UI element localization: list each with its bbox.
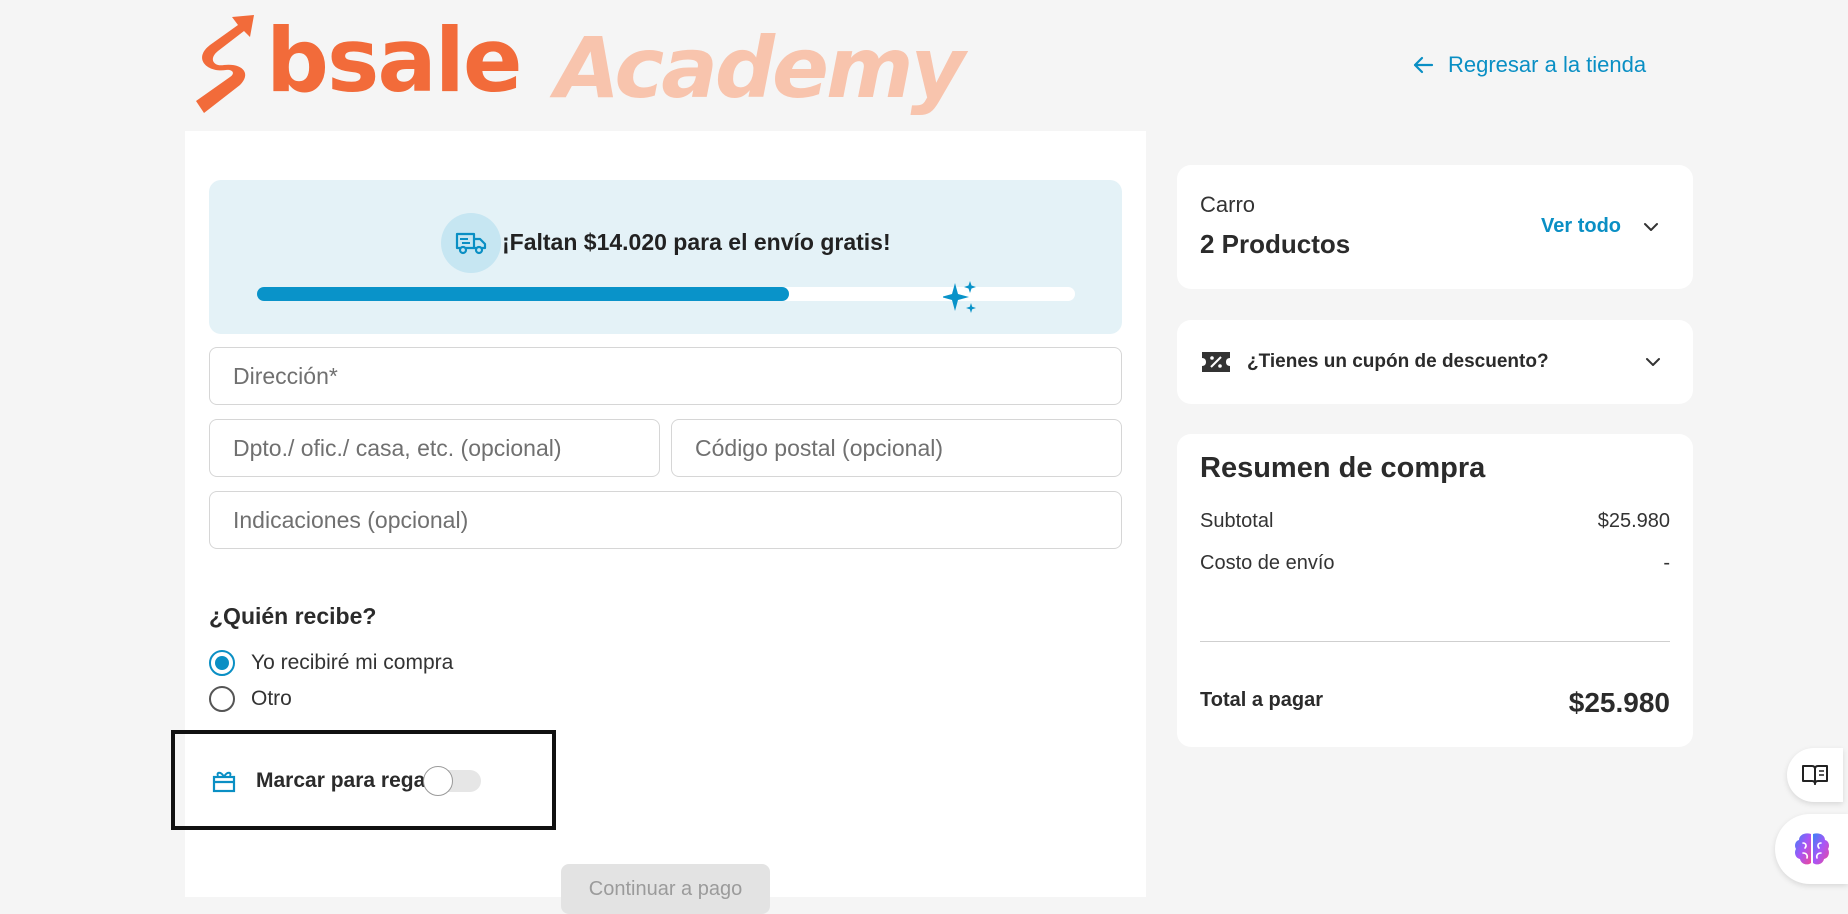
address-placeholder: Dirección* bbox=[233, 362, 338, 389]
apartment-input[interactable]: Dpto./ ofic./ casa, etc. (opcional) bbox=[209, 419, 660, 477]
continue-to-payment-button[interactable]: Continuar a pago bbox=[561, 864, 770, 914]
total-label: Total a pagar bbox=[1200, 689, 1323, 711]
academy-logo: Academy bbox=[555, 19, 965, 117]
gift-label: Marcar para regalo bbox=[256, 769, 444, 792]
back-to-store-link[interactable]: Regresar a la tienda bbox=[1412, 52, 1646, 78]
truck-icon bbox=[441, 213, 501, 273]
bsale-logo[interactable]: bsale bbox=[188, 9, 523, 115]
radio-self-recipient[interactable]: Yo recibiré mi compra bbox=[209, 650, 453, 676]
shipping-cost-row: Costo de envío - bbox=[1200, 552, 1670, 575]
open-book-icon bbox=[1802, 765, 1828, 785]
radio-label: Otro bbox=[251, 687, 292, 710]
shipping-progress-fill bbox=[257, 287, 789, 301]
shipping-cost-value: - bbox=[1663, 552, 1670, 574]
directions-input[interactable]: Indicaciones (opcional) bbox=[209, 491, 1122, 549]
view-all-button[interactable]: Ver todo bbox=[1541, 215, 1661, 238]
postal-code-placeholder: Código postal (opcional) bbox=[695, 434, 944, 461]
brain-icon bbox=[1794, 833, 1829, 865]
cart-card: Carro 2 Productos Ver todo bbox=[1177, 165, 1693, 289]
checkout-form-panel: ¡Faltan $14.020 para el envío gratis! Di… bbox=[171, 131, 1146, 914]
gift-toggle[interactable] bbox=[423, 766, 481, 796]
coupon-icon bbox=[1202, 352, 1230, 372]
cart-count: 2 Productos bbox=[1200, 229, 1351, 259]
coupon-card[interactable]: ¿Tienes un cupón de descuento? bbox=[1177, 320, 1693, 404]
bsale-logo-mark-icon bbox=[196, 15, 254, 113]
summary-divider bbox=[1200, 641, 1670, 642]
order-summary-card: Resumen de compra Subtotal $25.980 Costo… bbox=[1177, 434, 1693, 747]
view-all-label: Ver todo bbox=[1541, 215, 1622, 237]
summary-title: Resumen de compra bbox=[1200, 452, 1486, 484]
gift-option-highlight: Marcar para regalo bbox=[171, 730, 556, 830]
coupon-label: ¿Tienes un cupón de descuento? bbox=[1247, 351, 1549, 372]
free-shipping-message: ¡Faltan $14.020 para el envío gratis! bbox=[502, 229, 891, 255]
radio-label: Yo recibiré mi compra bbox=[251, 651, 454, 674]
radio-button[interactable] bbox=[209, 686, 235, 712]
subtotal-value: $25.980 bbox=[1597, 510, 1670, 532]
chevron-down-icon bbox=[1646, 358, 1660, 366]
sparkle-icon bbox=[943, 281, 976, 313]
chevron-down-icon bbox=[1644, 222, 1659, 231]
back-link-label: Regresar a la tienda bbox=[1448, 52, 1647, 77]
shipping-cost-label: Costo de envío bbox=[1200, 552, 1335, 574]
book-widget-button[interactable] bbox=[1787, 748, 1843, 802]
cart-label: Carro bbox=[1200, 192, 1256, 217]
directions-placeholder: Indicaciones (opcional) bbox=[233, 506, 469, 533]
subtotal-row: Subtotal $25.980 bbox=[1200, 510, 1670, 533]
address-input[interactable]: Dirección* bbox=[209, 347, 1122, 405]
header: bsale Academy Regresar a la tienda bbox=[0, 0, 1848, 131]
recipient-title: ¿Quién recibe? bbox=[209, 603, 377, 629]
brand-name: bsale bbox=[266, 9, 523, 112]
gift-icon bbox=[212, 771, 236, 793]
subtotal-label: Subtotal bbox=[1200, 510, 1274, 532]
ai-assistant-button[interactable] bbox=[1775, 814, 1848, 884]
free-shipping-banner: ¡Faltan $14.020 para el envío gratis! bbox=[209, 180, 1122, 334]
toggle-knob bbox=[423, 766, 453, 796]
total-value: $25.980 bbox=[1568, 687, 1670, 718]
apartment-placeholder: Dpto./ ofic./ casa, etc. (opcional) bbox=[233, 434, 562, 461]
radio-button-checked[interactable] bbox=[209, 650, 235, 676]
postal-code-input[interactable]: Código postal (opcional) bbox=[671, 419, 1122, 477]
radio-other-recipient[interactable]: Otro bbox=[209, 686, 292, 712]
arrow-left-icon bbox=[1413, 56, 1434, 74]
